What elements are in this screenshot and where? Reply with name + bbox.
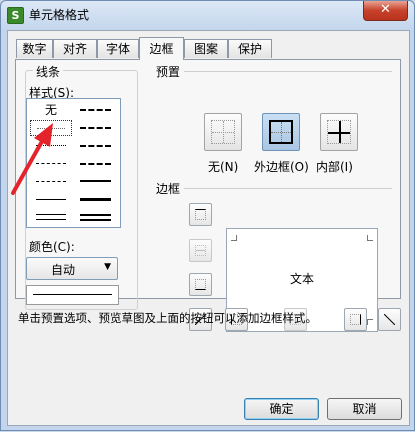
presets-title: 预置	[153, 63, 184, 80]
style-medium-dash-dot-dot[interactable]	[74, 102, 117, 118]
style-thick-solid[interactable]	[74, 192, 117, 208]
app-logo-icon: S	[7, 7, 24, 24]
chevron-down-icon: ▼	[104, 262, 111, 272]
border-inside-horizontal-button[interactable]	[189, 239, 212, 262]
border-bottom-button[interactable]	[189, 273, 212, 296]
border-bottom-icon	[195, 279, 206, 290]
dialog-title: 单元格格式	[29, 8, 90, 22]
style-medium-solid[interactable]	[74, 174, 117, 190]
style-dash-dot-dot[interactable]	[30, 156, 72, 172]
line-preview	[26, 285, 119, 305]
tab-pattern[interactable]: 图案	[184, 39, 228, 58]
preset-outline-label: 外边框(O)	[254, 160, 309, 174]
border-tab-panel: 线条 样式(S): 无 颜色(C): 自动 ▼ 预置 无(N) 外边框(O) 内…	[15, 59, 401, 332]
style-hairline-selected[interactable]	[30, 120, 72, 136]
style-medium-dashed[interactable]	[74, 156, 117, 172]
tab-protection[interactable]: 保护	[228, 39, 272, 58]
tab-number[interactable]: 数字	[16, 39, 53, 58]
diagonal-down-icon	[384, 314, 395, 325]
style-none[interactable]: 无	[30, 102, 72, 119]
tab-font[interactable]: 字体	[97, 39, 139, 58]
style-dash-dot[interactable]	[30, 174, 72, 190]
border-horizontal-icon	[195, 245, 206, 256]
preview-text: 文本	[289, 272, 314, 286]
dialog-body: 数字 对齐 字体 边框 图案 保护 线条 样式(S): 无 颜色(C): 自动 …	[7, 30, 410, 426]
border-right-button[interactable]	[344, 308, 367, 331]
style-thin-solid[interactable]	[30, 192, 72, 208]
tab-border[interactable]: 边框	[139, 37, 184, 60]
tab-alignment[interactable]: 对齐	[53, 39, 97, 58]
border-top-button[interactable]	[189, 203, 212, 226]
line-group-title: 线条	[33, 63, 64, 80]
style-slant-dash-dot[interactable]	[74, 120, 117, 136]
help-text: 单击预置选项、预览草图及上面的按钮可以添加边框样式。	[18, 311, 317, 325]
style-double[interactable]	[74, 210, 117, 225]
preset-inside-button[interactable]	[320, 113, 358, 151]
line-style-list: 无	[26, 98, 121, 228]
presets-divider	[184, 71, 392, 72]
preset-inside-label: 内部(I)	[316, 160, 353, 174]
border-inside-icon	[327, 120, 351, 144]
border-top-icon	[195, 209, 206, 220]
cancel-button[interactable]: 取消	[327, 398, 402, 420]
preset-outline-button[interactable]	[262, 113, 300, 151]
border-none-icon	[211, 120, 235, 144]
border-title: 边框	[153, 180, 184, 197]
title-bar[interactable]: S 单元格格式 ✕	[1, 1, 414, 29]
border-diagonal-down-button[interactable]	[378, 308, 401, 331]
color-label: 颜色(C):	[29, 240, 75, 254]
style-double-thin[interactable]	[30, 210, 72, 225]
preset-none-label: 无(N)	[208, 160, 239, 174]
style-dotted[interactable]	[30, 138, 72, 154]
preset-none-button[interactable]	[204, 113, 242, 151]
dialog-window: S 单元格格式 ✕ 数字 对齐 字体 边框 图案 保护 线条 样式(S): 无	[0, 0, 415, 431]
border-right-icon	[350, 314, 361, 325]
style-medium-dash-dot[interactable]	[74, 138, 117, 154]
border-divider	[184, 188, 392, 189]
close-button[interactable]: ✕	[363, 1, 408, 21]
color-dropdown-value: 自动	[51, 263, 76, 277]
border-outline-icon	[269, 120, 293, 144]
ok-button[interactable]: 确定	[244, 398, 319, 420]
color-dropdown[interactable]: 自动 ▼	[26, 257, 118, 280]
